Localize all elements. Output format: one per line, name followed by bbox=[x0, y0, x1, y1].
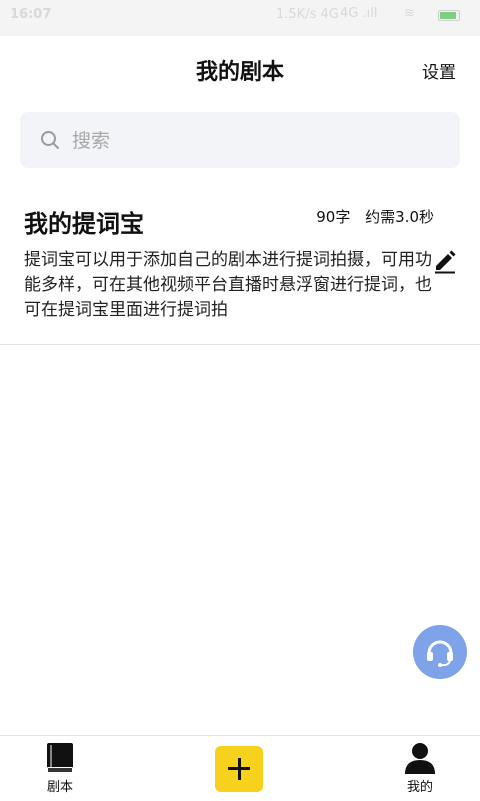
bottom-tab-bar: 剧本 我的 bbox=[0, 735, 480, 801]
search-icon bbox=[41, 131, 59, 149]
status-bar: 16:07 1.5K/s 4G 4G .ıll ≋ bbox=[0, 0, 480, 36]
page-title: 我的剧本 bbox=[195, 60, 284, 85]
tab-mine-label: 我的 bbox=[406, 780, 433, 795]
script-duration: 约需3.0秒 bbox=[365, 208, 434, 226]
script-title: 我的提词宝 bbox=[24, 210, 144, 238]
script-item[interactable]: 我的提词宝 90字 约需3.0秒 提词宝可以用于添加自己的剧本进行提词拍摄，可用… bbox=[0, 186, 480, 345]
status-signal: 4G .ıll bbox=[340, 6, 378, 21]
tab-mine[interactable]: 我的 bbox=[380, 742, 460, 795]
headset-icon bbox=[427, 640, 453, 667]
book-icon bbox=[47, 743, 73, 773]
tab-scripts-label: 剧本 bbox=[46, 780, 73, 795]
person-icon bbox=[405, 743, 435, 774]
battery-icon bbox=[438, 10, 460, 21]
pencil-icon[interactable] bbox=[432, 248, 458, 274]
wifi-icon: ≋ bbox=[404, 6, 415, 21]
page-header: 我的剧本 设置 bbox=[0, 36, 480, 106]
search-bar[interactable] bbox=[20, 112, 460, 168]
tab-scripts[interactable]: 剧本 bbox=[20, 742, 100, 795]
support-button[interactable] bbox=[413, 625, 467, 679]
status-time: 16:07 bbox=[10, 7, 52, 22]
script-description: 提词宝可以用于添加自己的剧本进行提词拍摄，可用功能多样，可在其他视频平台直播时悬… bbox=[24, 250, 432, 320]
script-meta: 90字 约需3.0秒 bbox=[316, 206, 434, 227]
script-word-count: 90字 bbox=[316, 208, 351, 226]
status-network: 1.5K/s 4G bbox=[276, 7, 339, 22]
settings-button[interactable]: 设置 bbox=[422, 58, 456, 83]
search-input[interactable] bbox=[70, 124, 444, 158]
add-script-button[interactable] bbox=[215, 746, 263, 792]
